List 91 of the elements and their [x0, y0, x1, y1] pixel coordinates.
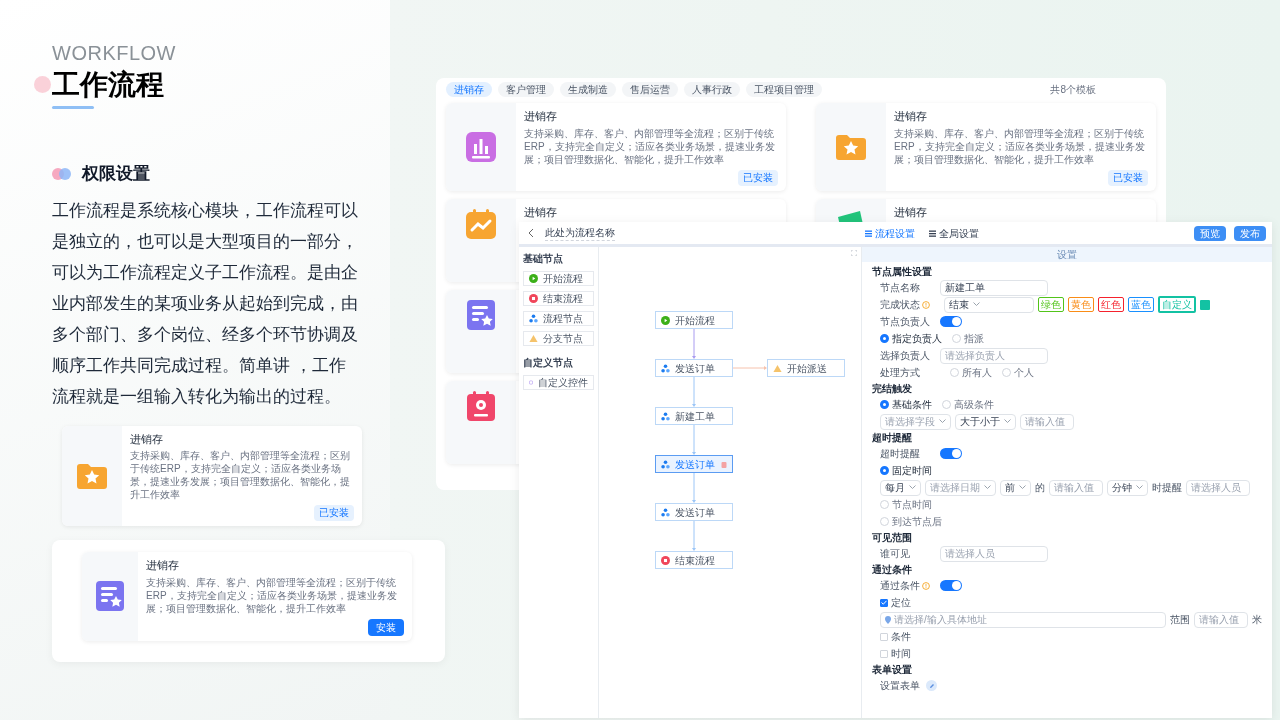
- checkbox-option[interactable]: 定位: [880, 594, 911, 611]
- template-card[interactable]: 进销存 支持采购、库存、客户、内部管理等全流程；区别于传统ERP，支持完全自定义；适应各类业务场景，提速业务发展；项目管理数据化、智能化，提升工作效率 已安装: [62, 425, 362, 526]
- flow-node[interactable]: 发送订单: [655, 359, 733, 377]
- eyebrow-title: WORKFLOW: [52, 41, 177, 66]
- field-label: 谁可见: [880, 547, 910, 561]
- section-title: 超时提醒: [872, 431, 913, 445]
- installed-badge[interactable]: 已安装: [738, 169, 778, 186]
- field-label: 节点负责人: [880, 315, 930, 329]
- card-title: 进销存: [524, 204, 558, 220]
- category-tab[interactable]: 售后运营: [622, 82, 678, 97]
- palette-group-title: 自定义节点: [523, 356, 574, 370]
- flow-node[interactable]: 开始派送: [767, 359, 845, 377]
- input-field[interactable]: 请选择人员: [1186, 479, 1250, 496]
- flow-node[interactable]: 发送订单: [655, 455, 733, 473]
- radio-option[interactable]: 指定负责人: [880, 331, 942, 346]
- card-description: 支持采购、库存、客户、内部管理等全流程；区别于传统ERP，支持完全自定义；适应各类业务场景，提速业务发展；项目管理数据化、智能化，提升工作效率: [524, 126, 776, 166]
- input-field[interactable]: 请输入值: [1020, 413, 1074, 430]
- template-card[interactable]: 进销存 支持采购、库存、客户、内部管理等全流程；区别于传统ERP，支持完全自定义；适应各类业务场景，提速业务发展；项目管理数据化、智能化，提升工作效率 已安装: [446, 103, 786, 191]
- field-label: 选择负责人: [880, 349, 930, 363]
- card-title: 进销存: [146, 558, 180, 573]
- settings-tab[interactable]: 流程设置: [865, 225, 915, 241]
- input-field[interactable]: 请输入值: [1194, 611, 1248, 628]
- flow-node[interactable]: 开始流程: [655, 311, 733, 329]
- input-field[interactable]: 请选择负责人: [940, 347, 1048, 364]
- description-paragraph: 工作流程是系统核心模块，工作流程可以是独立的，也可以是大型项目的一部分，可以为工作流程定义子工作流程。是由企业内部发生的某项业务从起始到完成，由多个部门、多个岗位、经多个环节协调及顺序工作共同完成过程。简单讲 ，工作流程就是一组输入转化为输出的过程。: [52, 199, 359, 408]
- inline-text: 范围: [1170, 613, 1190, 627]
- card-title: 进销存: [524, 109, 558, 124]
- settings-tab[interactable]: 全局设置: [929, 225, 979, 241]
- palette-item[interactable]: 自定义控件: [523, 375, 594, 390]
- card-description: 支持采购、库存、客户、内部管理等全流程；区别于传统ERP，支持完全自定义；适应各类业务场景，提速业务发展；项目管理数据化、智能化，提升工作效率: [146, 575, 398, 615]
- radio-option[interactable]: 所有人: [950, 365, 992, 380]
- checkbox-option[interactable]: 条件: [880, 628, 911, 645]
- category-tab[interactable]: 进销存: [446, 82, 492, 97]
- flow-node[interactable]: 发送订单: [655, 503, 733, 521]
- inline-text: 米: [1252, 613, 1262, 627]
- select-field[interactable]: 大于小于: [955, 413, 1016, 430]
- palette-group-title: 基础节点: [523, 252, 564, 266]
- input-field[interactable]: 请输入值: [1049, 479, 1103, 496]
- input-field[interactable]: 新建工单: [940, 279, 1048, 296]
- section-title: 通过条件: [872, 563, 913, 577]
- palette-item[interactable]: 分支节点: [523, 331, 594, 346]
- radio-option[interactable]: 到达节点后: [880, 514, 942, 529]
- radio-option[interactable]: 个人: [1002, 365, 1034, 380]
- input-field[interactable]: 请选择人员: [940, 545, 1048, 562]
- template-count: 共8个模板: [1050, 83, 1096, 97]
- install-button[interactable]: 安装: [368, 618, 404, 636]
- select-field[interactable]: 每月: [880, 479, 921, 496]
- radio-option[interactable]: 固定时间: [880, 463, 932, 478]
- color-tag[interactable]: 红色: [1098, 297, 1124, 312]
- template-card[interactable]: 进销存 支持采购、库存、客户、内部管理等全流程；区别于传统ERP，支持完全自定义；适应各类业务场景，提速业务发展；项目管理数据化、智能化，提升工作效率 安装: [82, 552, 412, 641]
- field-label: 通过条件: [880, 579, 920, 593]
- field-label: 完成状态: [880, 298, 920, 312]
- field-label: 节点名称: [880, 281, 920, 295]
- template-card[interactable]: 进销存 支持采购、库存、客户、内部管理等全流程；区别于传统ERP，支持完全自定义；适应各类业务场景，提速业务发展；项目管理数据化、智能化，提升工作效率 已安装: [816, 103, 1156, 191]
- field-label: 超时提醒: [880, 447, 920, 461]
- palette-item[interactable]: 开始流程: [523, 271, 594, 286]
- page-title: 工作流程: [52, 69, 164, 100]
- card-description: 支持采购、库存、客户、内部管理等全流程；区别于传统ERP，支持完全自定义；适应各类业务场景，提速业务发展；项目管理数据化、智能化，提升工作效率: [130, 449, 351, 501]
- radio-option[interactable]: 高级条件: [942, 397, 994, 412]
- flow-node[interactable]: 新建工单: [655, 407, 733, 425]
- section-title: 节点属性设置: [872, 265, 933, 279]
- select-field[interactable]: 分钟: [1107, 479, 1148, 496]
- installed-badge[interactable]: 已安装: [314, 505, 354, 521]
- card-title: 进销存: [894, 109, 928, 124]
- field-label: 处理方式: [880, 366, 920, 380]
- section-title: 可见范围: [872, 531, 913, 545]
- select-field[interactable]: 结束: [944, 296, 1034, 313]
- section-title: 表单设置: [872, 663, 913, 677]
- radio-option[interactable]: 基础条件: [880, 397, 932, 412]
- installed-badge[interactable]: 已安装: [1108, 169, 1148, 186]
- flow-node[interactable]: 结束流程: [655, 551, 733, 569]
- inline-text: 时提醒: [1152, 481, 1182, 495]
- radio-option[interactable]: 节点时间: [880, 497, 932, 512]
- checkbox-option[interactable]: 时间: [880, 645, 911, 662]
- palette-item[interactable]: 流程节点: [523, 311, 594, 326]
- select-field[interactable]: 前: [1000, 479, 1031, 496]
- field-label: 设置表单: [880, 679, 920, 693]
- category-tab[interactable]: 生成制造: [560, 82, 616, 97]
- category-tab[interactable]: 客户管理: [498, 82, 554, 97]
- category-tab[interactable]: 工程项目管理: [746, 82, 822, 97]
- category-tab[interactable]: 人事行政: [684, 82, 740, 97]
- card-title: 进销存: [130, 431, 164, 447]
- card-title: 进销存: [894, 204, 928, 220]
- card-description: 支持采购、库存、客户、内部管理等全流程；区别于传统ERP，支持完全自定义；适应各类业务场景，提速业务发展；项目管理数据化、智能化，提升工作效率: [894, 126, 1146, 166]
- radio-option[interactable]: 指派: [952, 331, 984, 346]
- palette-item[interactable]: 结束流程: [523, 291, 594, 306]
- flow-name[interactable]: 此处为流程名称: [545, 225, 615, 241]
- section-heading: 权限设置: [82, 163, 150, 185]
- panel-header: 设置: [862, 247, 1272, 262]
- inline-text: 的: [1035, 481, 1045, 495]
- section-title: 完结触发: [872, 382, 913, 396]
